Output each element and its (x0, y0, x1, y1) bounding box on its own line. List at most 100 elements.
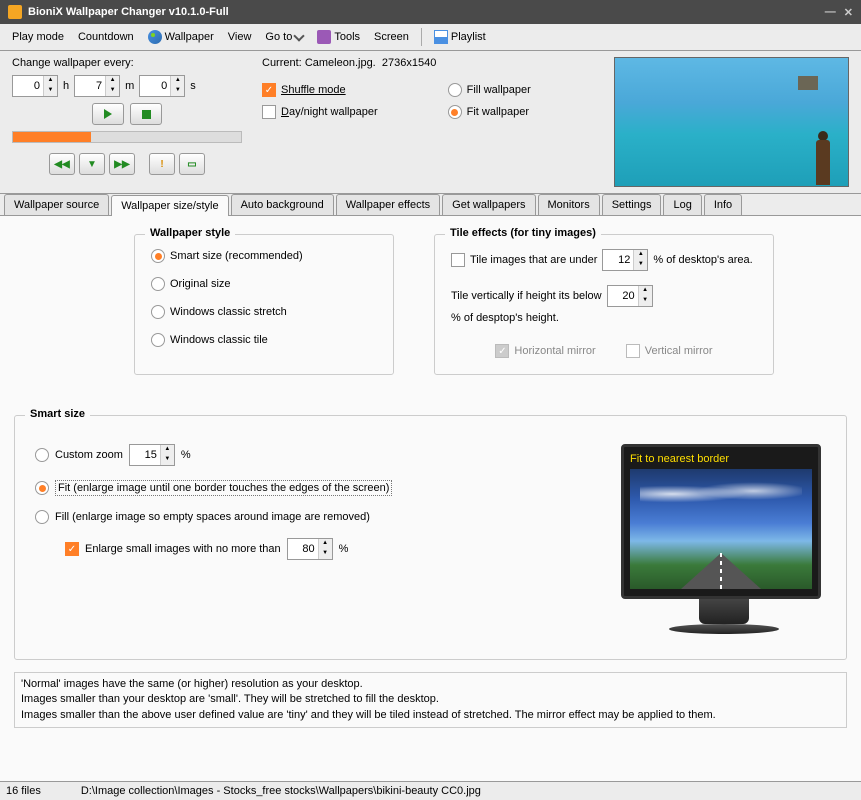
hours-spinner[interactable]: ▲▼ (12, 75, 58, 97)
fit-radio-row[interactable]: Fit wallpaper (448, 105, 531, 119)
ws-stretch-radio[interactable] (151, 305, 165, 319)
ws-orig-row[interactable]: Original size (151, 277, 377, 291)
seconds-spinner[interactable]: ▲▼ (139, 75, 185, 97)
menu-tools-label: Tools (334, 31, 360, 43)
custom-zoom-input[interactable] (130, 447, 160, 463)
minimize-button[interactable]: — (825, 6, 836, 19)
menu-playlist[interactable]: Playlist (428, 27, 492, 47)
ws-smart-row[interactable]: Smart size (recommended) (151, 249, 377, 263)
ws-orig-radio[interactable] (151, 277, 165, 291)
menu-view[interactable]: View (222, 28, 258, 46)
enlarge-pct: % (339, 543, 349, 555)
fill-label: Fill wallpaper (467, 84, 531, 96)
shuffle-checkbox-row[interactable]: Shuffle mode (262, 83, 378, 97)
custom-zoom-spinner[interactable]: ▲▼ (129, 444, 175, 466)
hours-input[interactable] (13, 78, 43, 94)
minutes-down[interactable]: ▼ (105, 86, 119, 96)
monitor-button[interactable]: ▭ (179, 153, 205, 175)
help-text: 'Normal' images have the same (or higher… (14, 672, 847, 728)
tab-info[interactable]: Info (704, 194, 742, 215)
hours-up[interactable]: ▲ (43, 76, 57, 86)
fit-label: Fit wallpaper (467, 106, 529, 118)
wallpaper-style-title: Wallpaper style (145, 227, 235, 239)
globe-icon (148, 30, 162, 44)
minutes-input[interactable] (75, 78, 105, 94)
play-button[interactable] (92, 103, 124, 125)
monitor-label: Fit to nearest border (630, 453, 812, 465)
fit-radio[interactable] (448, 105, 462, 119)
seconds-input[interactable] (140, 78, 170, 94)
wallpaper-preview (614, 57, 849, 187)
tab-monitors[interactable]: Monitors (538, 194, 600, 215)
ws-stretch-row[interactable]: Windows classic stretch (151, 305, 377, 319)
prev-fast-button[interactable]: ◀◀ (49, 153, 75, 175)
tab-log[interactable]: Log (663, 194, 701, 215)
ws-stretch-label: Windows classic stretch (170, 306, 287, 318)
tile-under-spinner[interactable]: ▲▼ (602, 249, 648, 271)
tile-under-input[interactable] (603, 252, 633, 268)
shuffle-label: Shuffle mode (281, 84, 346, 96)
menu-play-mode[interactable]: Play mode (6, 28, 70, 46)
tab-wallpaper-size-style[interactable]: Wallpaper size/style (111, 195, 228, 216)
enlarge-spinner[interactable]: ▲▼ (287, 538, 333, 560)
app-icon (8, 5, 22, 19)
menu-tools[interactable]: Tools (311, 27, 366, 47)
warn-button[interactable]: ! (149, 153, 175, 175)
tile-under-label1: Tile images that are under (470, 254, 597, 266)
next-fast-button[interactable]: ▶▶ (109, 153, 135, 175)
custom-zoom-radio[interactable] (35, 448, 49, 462)
tab-get-wallpapers[interactable]: Get wallpapers (442, 194, 535, 215)
tile-vert-input[interactable] (608, 288, 638, 304)
hmirror-label: Horizontal mirror (514, 345, 595, 357)
fill-radio-row[interactable]: Fill wallpaper (448, 83, 531, 97)
close-button[interactable]: ✕ (844, 6, 853, 19)
titlebar[interactable]: BioniX Wallpaper Changer v10.1.0-Full — … (0, 0, 861, 24)
enlarge-label: Enlarge small images with no more than (85, 543, 281, 555)
down-button[interactable]: ▼ (79, 153, 105, 175)
seconds-up[interactable]: ▲ (170, 76, 184, 86)
smart-fit-label: Fit (enlarge image until one border touc… (55, 480, 392, 496)
enlarge-input[interactable] (288, 541, 318, 557)
tile-vert-spinner[interactable]: ▲▼ (607, 285, 653, 307)
smart-fit-radio[interactable] (35, 481, 49, 495)
ws-tile-label: Windows classic tile (170, 334, 268, 346)
status-path: D:\Image collection\Images - Stocks_free… (81, 785, 481, 797)
tab-wallpaper-source[interactable]: Wallpaper source (4, 194, 109, 215)
status-file-count: 16 files (6, 785, 41, 797)
menu-screen[interactable]: Screen (368, 28, 415, 46)
minutes-spinner[interactable]: ▲▼ (74, 75, 120, 97)
seconds-down[interactable]: ▼ (170, 86, 184, 96)
stop-button[interactable] (130, 103, 162, 125)
daynight-checkbox[interactable] (262, 105, 276, 119)
change-every-label: Change wallpaper every: (12, 57, 242, 69)
fill-radio[interactable] (448, 83, 462, 97)
tile-under-checkbox[interactable] (451, 253, 465, 267)
ws-tile-radio[interactable] (151, 333, 165, 347)
current-label: Current: (262, 57, 302, 69)
menu-goto[interactable]: Go to (259, 28, 309, 46)
shuffle-checkbox[interactable] (262, 83, 276, 97)
menu-wallpaper[interactable]: Wallpaper (142, 27, 220, 47)
tab-auto-background[interactable]: Auto background (231, 194, 334, 215)
menu-separator (421, 28, 422, 46)
tab-wallpaper-effects[interactable]: Wallpaper effects (336, 194, 440, 215)
smart-fill-label: Fill (enlarge image so empty spaces arou… (55, 511, 370, 523)
ws-smart-radio[interactable] (151, 249, 165, 263)
enlarge-checkbox[interactable] (65, 542, 79, 556)
seconds-unit: s (190, 80, 196, 92)
play-icon (104, 109, 112, 119)
chevron-down-icon (294, 30, 305, 41)
tab-settings[interactable]: Settings (602, 194, 662, 215)
hours-down[interactable]: ▼ (43, 86, 57, 96)
menu-countdown[interactable]: Countdown (72, 28, 140, 46)
countdown-progress (12, 131, 242, 143)
daynight-checkbox-row[interactable]: Day/night wallpaper (262, 105, 378, 119)
menu-goto-label: Go to (265, 31, 292, 43)
custom-zoom-pct: % (181, 449, 191, 461)
ws-smart-label: Smart size (recommended) (170, 250, 303, 262)
menubar: Play mode Countdown Wallpaper View Go to… (0, 24, 861, 51)
vmirror-label: Vertical mirror (645, 345, 713, 357)
minutes-up[interactable]: ▲ (105, 76, 119, 86)
ws-tile-row[interactable]: Windows classic tile (151, 333, 377, 347)
smart-fill-radio[interactable] (35, 510, 49, 524)
